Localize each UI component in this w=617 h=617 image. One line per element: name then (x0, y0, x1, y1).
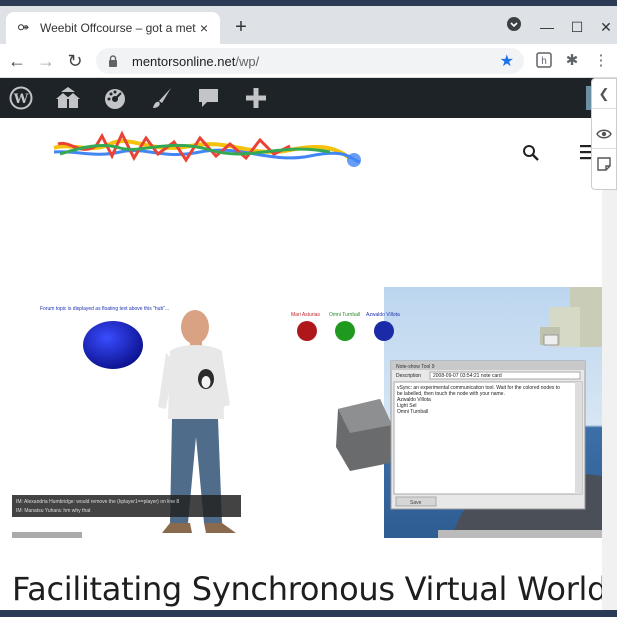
site-logo[interactable] (50, 124, 370, 172)
tab-search-icon[interactable] (504, 16, 524, 38)
back-icon[interactable]: ← (6, 50, 28, 72)
featured-image[interactable]: Forum topic is displayed as floating tex… (10, 287, 602, 538)
tab-title: Weebit Offcourse – got a metaverse? (40, 21, 196, 35)
comments-icon[interactable] (196, 86, 222, 110)
url-host: mentorsonline.net (132, 53, 236, 69)
forward-icon[interactable]: → (35, 50, 57, 72)
green-node (335, 321, 355, 341)
tab-strip: ⚩ Weebit Offcourse – got a metaverse? × … (0, 6, 617, 44)
wordpress-logo-icon[interactable]: W (8, 86, 34, 110)
notecard-line-5: Omni Turnball (397, 409, 428, 415)
collapse-chevron-icon[interactable]: ❮ (592, 79, 616, 109)
svg-text:W: W (13, 92, 29, 107)
tab-close-icon[interactable]: × (196, 20, 212, 36)
new-content-plus-icon[interactable] (243, 86, 269, 110)
extension-h-icon[interactable]: h (535, 52, 553, 70)
node-name-2: Omni Turnball (329, 312, 360, 318)
dashboard-icon[interactable] (102, 86, 128, 110)
side-panel-spacer (592, 109, 616, 119)
my-sites-icon[interactable] (54, 86, 80, 110)
eye-icon[interactable] (592, 119, 616, 149)
bookmark-star-icon[interactable]: ★ (500, 51, 514, 71)
browser-toolbar: ← → ↻ mentorsonline.net/wp/ ★ h ✱ ⋮ (0, 44, 617, 78)
hub-sphere (83, 321, 143, 369)
new-tab-button[interactable]: + (230, 16, 252, 38)
notecard-window: Note-show Tool 9 Description 2008-09-07 … (390, 360, 586, 510)
lock-icon (109, 55, 117, 67)
kebab-menu-icon[interactable]: ⋮ (592, 52, 610, 70)
red-node (297, 321, 317, 341)
notecard-desc-value: 2008-09-07 03:54:21 note card (433, 373, 502, 379)
page-scrollbar[interactable] (602, 118, 617, 610)
page-content: Forum topic is displayed as floating tex… (0, 118, 602, 610)
post-title[interactable]: Facilitating Synchronous Virtual World (12, 570, 602, 608)
url-text: mentorsonline.net/wp/ (132, 54, 500, 69)
notecard-save: Save (410, 500, 422, 506)
maximize-icon[interactable]: ☐ (567, 16, 587, 38)
search-icon[interactable] (522, 144, 540, 162)
node-name-1: Mari Asturias (291, 312, 320, 318)
viewer-toolbar-left (12, 532, 82, 538)
chat-line-1: IM: Alexandria Humbridge: would remove t… (16, 499, 179, 505)
browser-tab[interactable]: ⚩ Weebit Offcourse – got a metaverse? × (6, 12, 220, 44)
favicon-icon: ⚩ (18, 20, 29, 35)
window-bottom-edge (0, 610, 617, 617)
side-panel: ❮ (591, 78, 617, 190)
minimize-icon[interactable]: — (537, 16, 557, 38)
extensions-puzzle-icon[interactable]: ✱ (563, 52, 581, 70)
node-name-3: Azwaldo Villota (366, 312, 400, 318)
blue-node (374, 321, 394, 341)
window-close-icon[interactable]: ✕ (596, 16, 616, 38)
notecard-desc-label: Description (396, 373, 421, 379)
chat-line-2: IM: Manatsu Yuhara: hm why that (16, 508, 91, 514)
wp-admin-bar: W (0, 78, 617, 118)
svg-text:h: h (541, 56, 547, 67)
url-path: /wp/ (235, 53, 260, 69)
sticky-note-icon[interactable] (592, 149, 616, 179)
reload-icon[interactable]: ↻ (64, 50, 86, 72)
customize-brush-icon[interactable] (149, 86, 175, 110)
hero-topic-text: Forum topic is displayed as floating tex… (40, 306, 169, 312)
viewer-toolbar-right (438, 530, 602, 538)
notecard-title: Note-show Tool 9 (396, 364, 435, 370)
address-bar[interactable]: mentorsonline.net/wp/ ★ (96, 48, 524, 74)
